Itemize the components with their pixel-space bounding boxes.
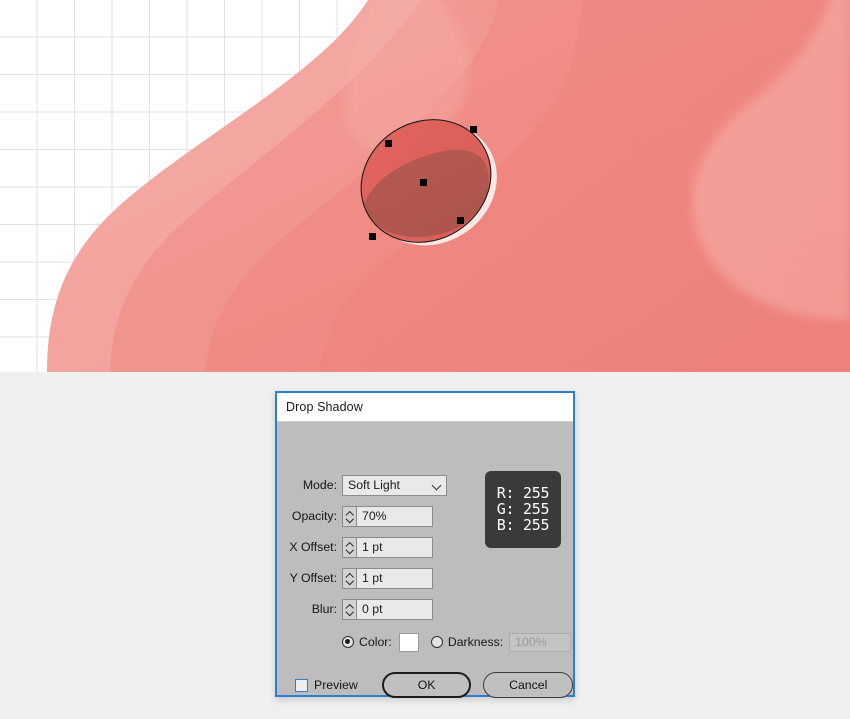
opacity-label: Opacity: (291, 509, 337, 523)
y-offset-stepper[interactable] (342, 567, 356, 589)
blur-row: Blur: 0 pt (277, 598, 573, 620)
anchor-point (457, 217, 464, 224)
opacity-row: Opacity: 70% (277, 505, 573, 527)
chevron-down-icon[interactable] (346, 610, 353, 614)
mode-row: Mode: Soft Light (277, 474, 573, 496)
mode-label: Mode: (302, 478, 337, 492)
anchor-point (470, 126, 477, 133)
x-offset-value: 1 pt (362, 540, 383, 554)
y-offset-value: 1 pt (362, 571, 383, 585)
cancel-button[interactable]: Cancel (483, 672, 573, 698)
x-offset-row: X Offset: 1 pt (277, 536, 573, 558)
ok-button[interactable]: OK (381, 672, 472, 698)
color-darkness-row: Color: Darkness: 100% (277, 631, 573, 653)
ok-button-label: OK (417, 678, 436, 692)
chevron-down-icon[interactable] (346, 548, 353, 552)
chevron-down-icon[interactable] (346, 517, 353, 521)
artboard-canvas[interactable] (0, 0, 850, 372)
opacity-value: 70% (362, 509, 387, 523)
center-point (420, 179, 427, 186)
vector-artwork[interactable] (0, 0, 850, 372)
x-offset-label: X Offset: (289, 540, 337, 554)
dialog-title: Drop Shadow (286, 400, 363, 414)
opacity-input[interactable]: 70% (356, 505, 433, 527)
preview-label: Preview (314, 678, 358, 692)
opacity-stepper[interactable] (342, 505, 356, 527)
anchor-point (385, 140, 392, 147)
darkness-label: Darkness: (447, 635, 504, 649)
chevron-down-icon[interactable] (346, 579, 353, 583)
x-offset-stepper[interactable] (342, 536, 356, 558)
mode-select-value: Soft Light (348, 478, 400, 492)
color-swatch[interactable] (398, 632, 419, 652)
x-offset-input[interactable]: 1 pt (356, 536, 433, 558)
color-label: Color: (359, 635, 392, 649)
darkness-radio[interactable] (430, 636, 443, 648)
y-offset-row: Y Offset: 1 pt (277, 567, 573, 589)
blur-input[interactable]: 0 pt (356, 598, 433, 620)
cancel-button-label: Cancel (509, 678, 548, 692)
chevron-down-icon (433, 482, 442, 488)
color-radio[interactable] (342, 636, 354, 648)
dialog-footer: Preview OK Cancel (277, 672, 573, 698)
darkness-value: 100% (515, 635, 547, 649)
blur-stepper[interactable] (342, 598, 356, 620)
y-offset-input[interactable]: 1 pt (356, 567, 433, 589)
dialog-titlebar[interactable]: Drop Shadow (277, 393, 573, 422)
dialog-body: R: 255 G: 255 B: 255 Mode: Soft Light Op… (277, 422, 573, 698)
mode-select[interactable]: Soft Light (342, 474, 447, 496)
drop-shadow-dialog[interactable]: Drop Shadow R: 255 G: 255 B: 255 Mode: S… (275, 391, 575, 698)
anchor-point (369, 233, 376, 240)
y-offset-label: Y Offset: (289, 571, 337, 585)
preview-checkbox[interactable] (295, 678, 308, 692)
darkness-input: 100% (509, 632, 572, 652)
blur-value: 0 pt (362, 602, 383, 616)
blur-label: Blur: (311, 602, 337, 616)
